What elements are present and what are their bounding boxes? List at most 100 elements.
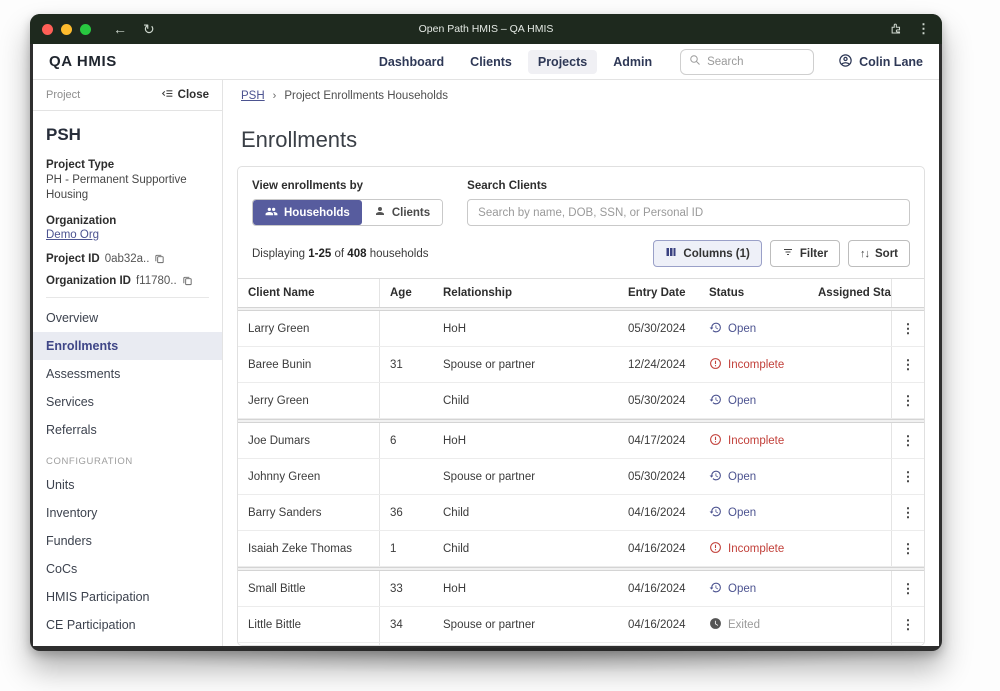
zoom-window-button[interactable] (80, 24, 91, 35)
cell-entry-date: 05/30/2024 (618, 311, 699, 346)
cell-age: 1 (380, 531, 433, 566)
client-search-input[interactable] (467, 199, 910, 226)
back-icon[interactable]: ← (113, 22, 127, 36)
status-badge: Open (709, 393, 756, 409)
table-row[interactable]: Joe Dumars6HoH04/17/2024Incomplete⋮ (238, 423, 924, 459)
column-header-relationship[interactable]: Relationship (433, 279, 618, 307)
breadcrumb-root-link[interactable]: PSH (241, 90, 265, 102)
row-menu-icon[interactable]: ⋮ (896, 390, 921, 411)
table-row[interactable]: Baree Bunin31Spouse or partner12/24/2024… (238, 347, 924, 383)
status-label: Open (728, 323, 756, 335)
column-header-client-name[interactable]: Client Name (238, 279, 380, 307)
sort-arrows-icon: ↑↓ (860, 248, 869, 260)
row-menu-icon[interactable]: ⋮ (896, 614, 921, 635)
incomplete-alert-icon (709, 541, 722, 557)
minimize-window-button[interactable] (61, 24, 72, 35)
nav-projects[interactable]: Projects (528, 50, 597, 74)
row-menu-icon[interactable]: ⋮ (896, 502, 921, 523)
sidebar-item-ce-participation[interactable]: CE Participation (33, 611, 222, 639)
cell-assigned-staff (808, 531, 891, 566)
columns-label: Columns (1) (683, 248, 749, 260)
close-window-button[interactable] (42, 24, 53, 35)
sidebar-item-services[interactable]: Services (33, 388, 222, 416)
cell-assigned-staff (808, 347, 891, 382)
filter-button[interactable]: Filter (770, 240, 840, 267)
nav-dashboard[interactable]: Dashboard (369, 50, 454, 74)
column-header-status[interactable]: Status (699, 279, 808, 307)
cell-actions: ⋮ (891, 607, 924, 642)
status-badge: Incomplete (709, 541, 784, 557)
row-menu-icon[interactable]: ⋮ (896, 538, 921, 559)
status-badge: Open (709, 505, 756, 521)
open-history-icon (709, 469, 722, 485)
copy-icon[interactable] (154, 253, 165, 264)
cell-relationship: Spouse or partner (433, 607, 618, 642)
cell-relationship: Child (433, 383, 618, 418)
global-search[interactable] (680, 49, 814, 75)
sidebar-close-button[interactable]: Close (161, 87, 209, 103)
table-row[interactable]: Jerry GreenChild05/30/2024Open⋮ (238, 383, 924, 419)
column-header-age[interactable]: Age (380, 279, 433, 307)
column-header-entry-date[interactable]: Entry Date (618, 279, 699, 307)
households-toggle-button[interactable]: Households (253, 200, 362, 225)
table-row[interactable]: Barry Sanders36Child04/16/2024Open⋮ (238, 495, 924, 531)
reload-icon[interactable]: ↻ (143, 22, 155, 36)
row-menu-icon[interactable]: ⋮ (896, 318, 921, 339)
extensions-icon[interactable] (889, 22, 903, 36)
cell-client-name: Larry Green (238, 311, 380, 346)
cell-client-name: Small Bittle (238, 571, 380, 606)
cell-status: Incomplete (699, 643, 808, 646)
cell-status: Incomplete (699, 347, 808, 382)
sidebar-item-overview[interactable]: Overview (33, 304, 222, 332)
nav-clients[interactable]: Clients (460, 50, 522, 74)
user-menu[interactable]: Colin Lane (838, 53, 923, 71)
organization-link[interactable]: Demo Org (46, 229, 209, 241)
row-menu-icon[interactable]: ⋮ (896, 578, 921, 599)
sidebar-item-assessments[interactable]: Assessments (33, 360, 222, 388)
columns-button[interactable]: Columns (1) (653, 240, 761, 267)
cell-relationship: Child (433, 531, 618, 566)
sidebar-item-enrollments[interactable]: Enrollments (33, 332, 222, 360)
clients-toggle-button[interactable]: Clients (362, 200, 442, 225)
cell-status: Incomplete (699, 423, 808, 458)
cell-status: Open (699, 495, 808, 530)
cell-entry-date: 12/24/2024 (618, 347, 699, 382)
app-viewport: QA HMIS Dashboard Clients Projects Admin (33, 44, 939, 646)
people-icon (265, 205, 278, 221)
sort-button[interactable]: ↑↓ Sort (848, 240, 910, 267)
open-history-icon (709, 505, 722, 521)
browser-menu-icon[interactable]: ⋮ (917, 21, 930, 37)
sidebar-item-hmis-participation[interactable]: HMIS Participation (33, 583, 222, 611)
open-history-icon (709, 393, 722, 409)
view-by-block: View enrollments by Households (252, 180, 443, 226)
cell-status: Open (699, 383, 808, 418)
table-row[interactable]: Tiny Bittle7Child04/16/2024Incomplete⋮ (238, 643, 924, 646)
row-menu-icon[interactable]: ⋮ (896, 430, 921, 451)
table-row[interactable]: Little Bittle34Spouse or partner04/16/20… (238, 607, 924, 643)
row-menu-icon[interactable]: ⋮ (896, 354, 921, 375)
app-logo: QA HMIS (49, 53, 117, 70)
cell-assigned-staff (808, 607, 891, 642)
sidebar-item-funders[interactable]: Funders (33, 527, 222, 555)
sort-label: Sort (875, 248, 898, 260)
table-row[interactable]: Johnny GreenSpouse or partner05/30/2024O… (238, 459, 924, 495)
sidebar-item-units[interactable]: Units (33, 471, 222, 499)
nav-admin[interactable]: Admin (603, 50, 662, 74)
cell-entry-date: 04/16/2024 (618, 607, 699, 642)
cell-relationship: Child (433, 495, 618, 530)
traffic-lights (42, 24, 91, 35)
global-search-input[interactable] (707, 56, 797, 68)
window-shadow (60, 648, 940, 674)
sidebar-item-referrals[interactable]: Referrals (33, 416, 222, 444)
row-menu-icon[interactable]: ⋮ (896, 466, 921, 487)
sidebar-item-cocs[interactable]: CoCs (33, 555, 222, 583)
table-row[interactable]: Larry GreenHoH05/30/2024Open⋮ (238, 311, 924, 347)
table-row[interactable]: Small Bittle33HoH04/16/2024Open⋮ (238, 571, 924, 607)
status-badge: Incomplete (709, 357, 784, 373)
sidebar-item-inventory[interactable]: Inventory (33, 499, 222, 527)
copy-icon[interactable] (182, 275, 193, 286)
column-header-assigned-staff[interactable]: Assigned Staff (808, 279, 891, 307)
cell-status: Incomplete (699, 531, 808, 566)
table-row[interactable]: Isaiah Zeke Thomas1Child04/16/2024Incomp… (238, 531, 924, 567)
cell-status: Open (699, 459, 808, 494)
